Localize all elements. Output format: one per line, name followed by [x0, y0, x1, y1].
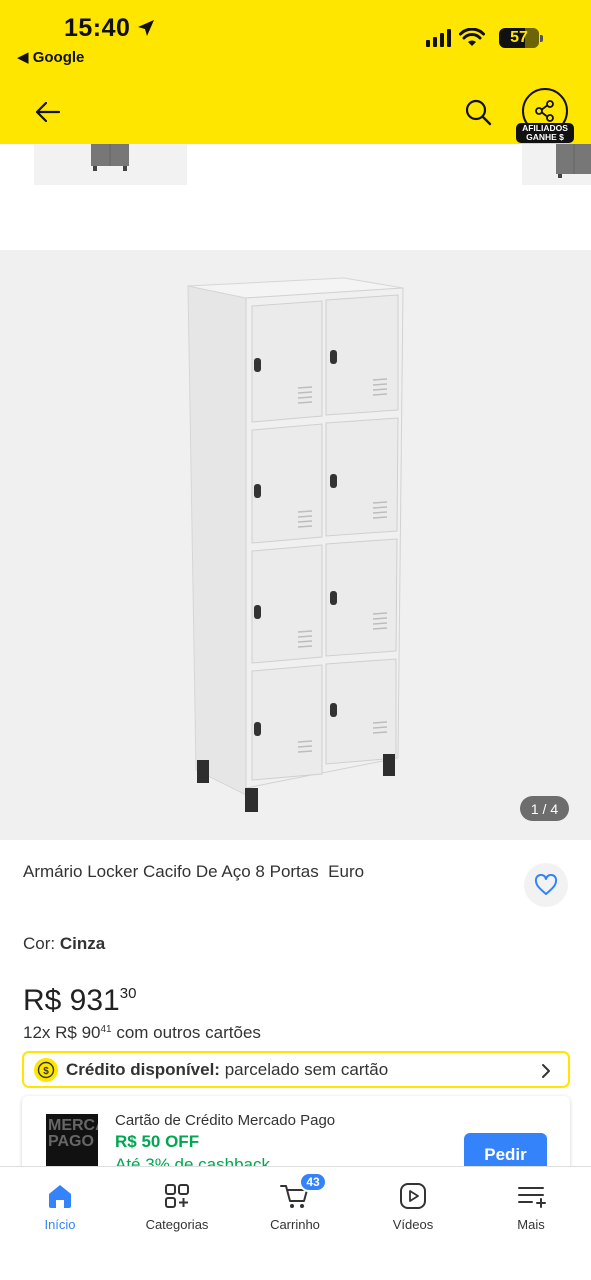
- svg-text:$: $: [43, 1066, 49, 1077]
- categories-icon: [165, 1184, 189, 1208]
- tab-carrinho[interactable]: 43 Carrinho: [245, 1172, 345, 1232]
- price-main: R$ 931: [23, 984, 120, 1017]
- tab-inicio[interactable]: Início: [10, 1179, 110, 1232]
- product-image[interactable]: [0, 250, 591, 840]
- status-time: 15:40: [64, 14, 131, 42]
- cart-count-badge: 43: [299, 1172, 327, 1192]
- price-cents: 30: [119, 985, 137, 1002]
- menu-icon: [518, 1187, 546, 1208]
- wifi-icon: [459, 28, 485, 46]
- signal-icon: [426, 29, 451, 47]
- product-title: Armário Locker Cacifo De Aço 8 Portas Eu…: [23, 862, 365, 881]
- installments: 12x R$ 9041 com outros cartões: [23, 1023, 261, 1042]
- tab-videos[interactable]: Vídeos: [363, 1179, 463, 1232]
- thumbnail-previous[interactable]: [34, 144, 187, 185]
- credit-text: parcelado sem cartão: [219, 1059, 389, 1079]
- thumbnail-next[interactable]: [522, 144, 591, 185]
- credit-label: Crédito disponível:: [66, 1059, 220, 1079]
- tab-mais[interactable]: Mais: [481, 1179, 581, 1232]
- location-arrow-icon: [138, 20, 154, 36]
- back-arrow-icon[interactable]: [32, 98, 62, 126]
- tab-categorias[interactable]: Categorias: [127, 1179, 227, 1232]
- heart-icon: [534, 874, 558, 895]
- home-icon: [49, 1185, 71, 1208]
- color-label: Cor:: [23, 934, 60, 953]
- header-bar: 15:40 ◀ Google 57 AFILIADOS GANHE $: [0, 0, 591, 144]
- card-name: Cartão de Crédito Mercado Pago: [115, 1112, 336, 1129]
- battery-indicator: 57: [499, 28, 539, 48]
- coin-icon: $: [34, 1057, 58, 1082]
- favorite-button[interactable]: [524, 863, 568, 907]
- search-icon[interactable]: [463, 97, 493, 127]
- mercado-pago-card-image: MERCADO PAGO: [46, 1114, 98, 1174]
- back-to-google[interactable]: ◀ Google: [17, 48, 84, 66]
- color-value: Cinza: [59, 934, 106, 953]
- credit-available-banner[interactable]: $ Crédito disponível: parcelado sem cart…: [22, 1051, 570, 1088]
- video-icon: [400, 1183, 426, 1209]
- battery-level: 57: [510, 29, 528, 46]
- afiliados-badge: AFILIADOS GANHE $: [516, 123, 574, 143]
- afiliados-button[interactable]: AFILIADOS GANHE $: [516, 88, 576, 146]
- chevron-right-icon: [542, 1064, 550, 1078]
- price: R$ 93130: [23, 984, 136, 1018]
- color-selector[interactable]: Cor: Cinza: [23, 934, 105, 954]
- image-counter: 1 / 4: [520, 796, 569, 821]
- bottom-tab-bar: Início Categorias 43 Carrinho Vídeos Mai…: [0, 1166, 591, 1280]
- card-discount: R$ 50 OFF: [115, 1132, 200, 1151]
